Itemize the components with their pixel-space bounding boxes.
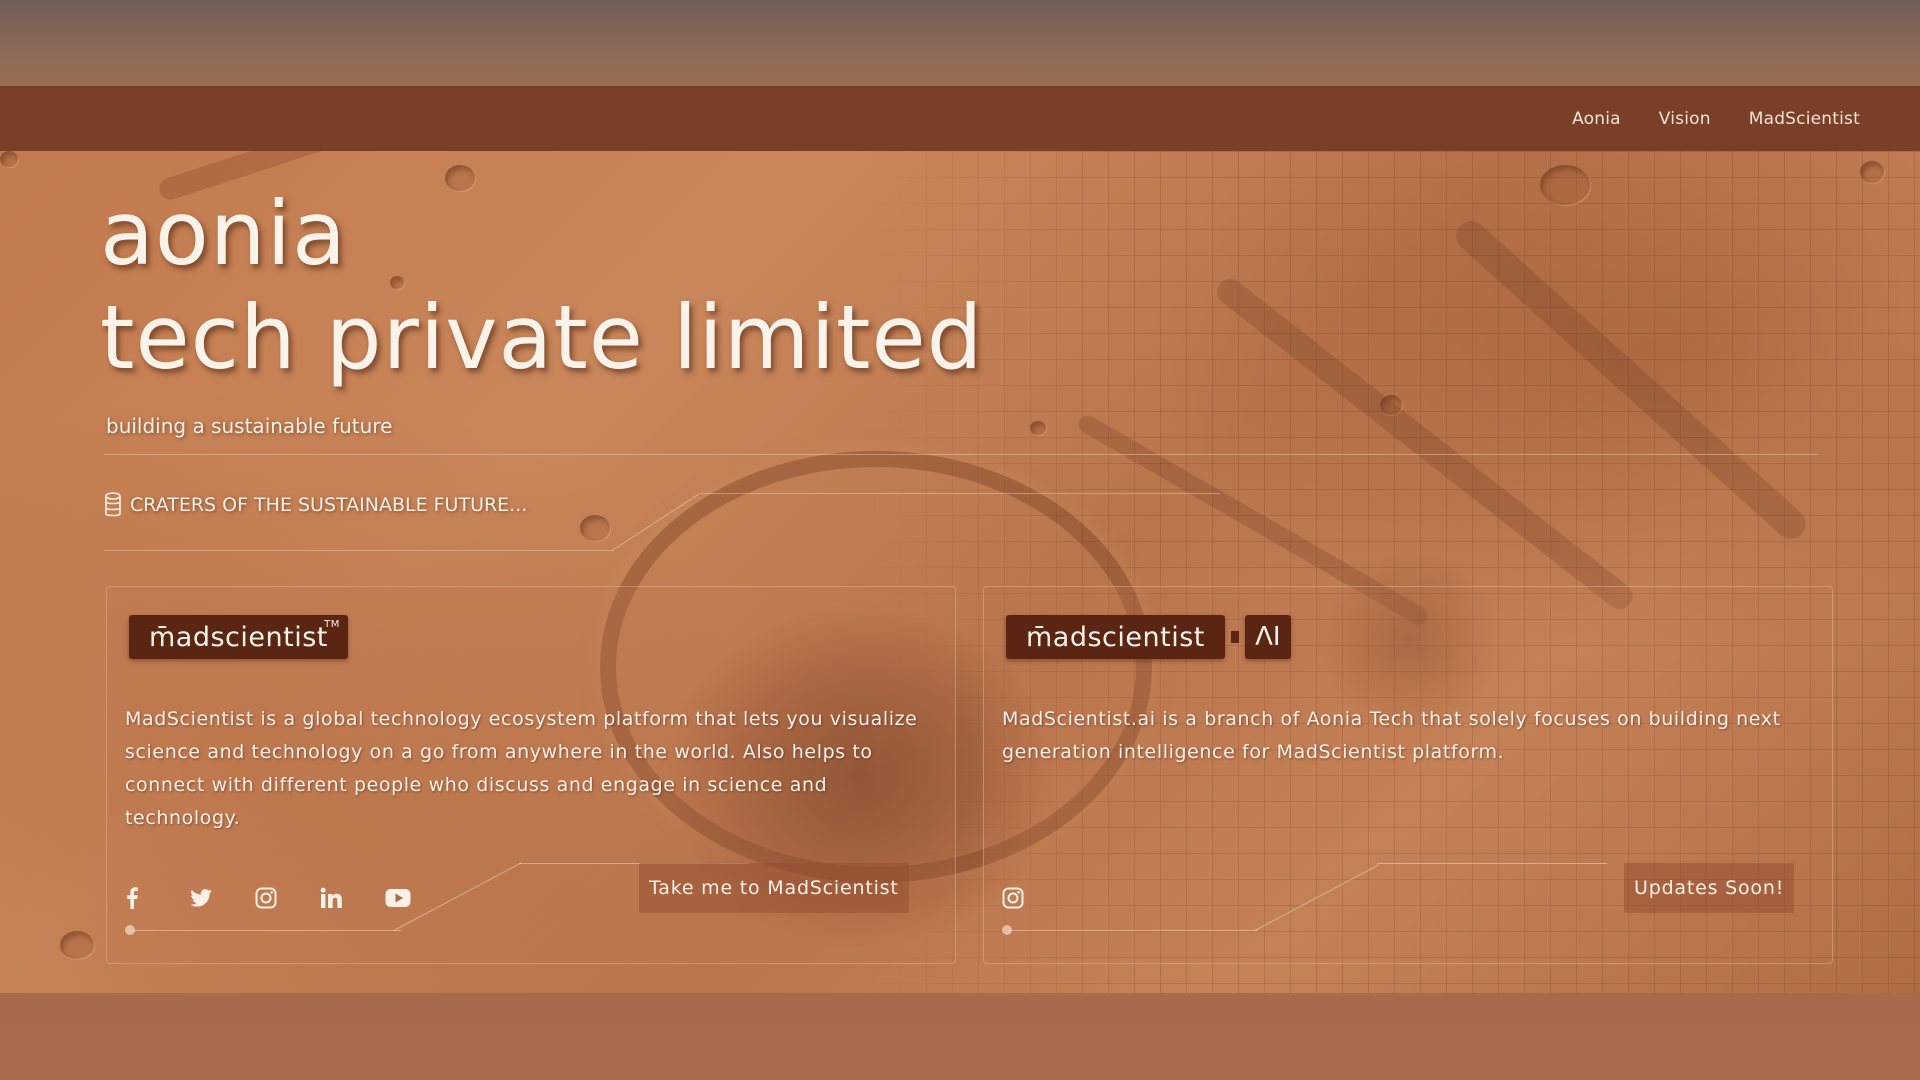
instagram-icon[interactable]	[1002, 883, 1067, 913]
card-description: MadScientist.ai is a branch of Aonia Tec…	[1002, 708, 1781, 763]
madscientist-ai-card: m̄adscientist ΛI MadScientist.ai is a br…	[983, 586, 1833, 964]
decoration-line	[1254, 864, 1379, 931]
updates-soon-button[interactable]: Updates Soon!	[1624, 863, 1795, 913]
crater	[1540, 165, 1590, 205]
twitter-icon[interactable]	[190, 883, 255, 913]
nav-link-vision[interactable]: Vision	[1659, 109, 1711, 129]
social-links	[125, 883, 450, 913]
bottom-band	[0, 993, 1920, 1080]
heading-decoration-line	[104, 550, 614, 551]
section-heading-text: CRATERS OF THE SUSTAINABLE FUTURE...	[130, 494, 528, 516]
trademark: TM	[324, 619, 340, 630]
nav-links: Aonia Vision MadScientist	[1572, 86, 1860, 151]
logo-text: m̄adscientist	[1026, 621, 1205, 653]
ai-badge: ΛI	[1244, 615, 1291, 659]
logo-text: m̄adscientist	[149, 621, 328, 653]
decoration-line	[1377, 863, 1607, 864]
madscientist-logo: m̄adscientist TM	[129, 615, 348, 659]
section-heading: CRATERS OF THE SUSTAINABLE FUTURE...	[104, 492, 527, 518]
social-links	[1002, 883, 1067, 913]
crater	[0, 151, 18, 167]
decoration-line	[1008, 930, 1258, 931]
logo-connector	[1230, 631, 1239, 643]
nav-link-aonia[interactable]: Aonia	[1572, 109, 1621, 129]
card-description: MadScientist is a global technology ecos…	[125, 708, 918, 829]
database-icon	[104, 492, 122, 518]
nav-link-madscientist[interactable]: MadScientist	[1749, 109, 1860, 129]
madscientist-card: m̄adscientist TM MadScientist is a globa…	[106, 586, 956, 964]
hero-subtitle: building a sustainable future	[106, 414, 393, 438]
crater	[60, 931, 94, 959]
crater	[445, 165, 475, 191]
youtube-icon[interactable]	[385, 883, 450, 913]
logo-box: m̄adscientist TM	[129, 615, 348, 659]
logo-box: m̄adscientist	[1006, 615, 1225, 659]
instagram-icon[interactable]	[255, 883, 320, 913]
madscientist-ai-logo: m̄adscientist ΛI	[1006, 615, 1291, 659]
crater	[1030, 421, 1046, 435]
top-band	[0, 0, 1920, 86]
title-line-1: aonia	[100, 182, 347, 285]
heading-decoration-line	[700, 493, 1220, 494]
crater	[1860, 161, 1884, 183]
linkedin-icon[interactable]	[320, 883, 385, 913]
navbar: Aonia Vision MadScientist	[0, 86, 1920, 151]
crater	[580, 515, 610, 541]
divider	[104, 454, 1818, 455]
facebook-icon[interactable]	[125, 883, 190, 913]
take-me-to-madscientist-button[interactable]: Take me to MadScientist	[639, 863, 909, 913]
decoration-line	[131, 930, 401, 931]
title-line-2: tech private limited	[100, 286, 984, 389]
